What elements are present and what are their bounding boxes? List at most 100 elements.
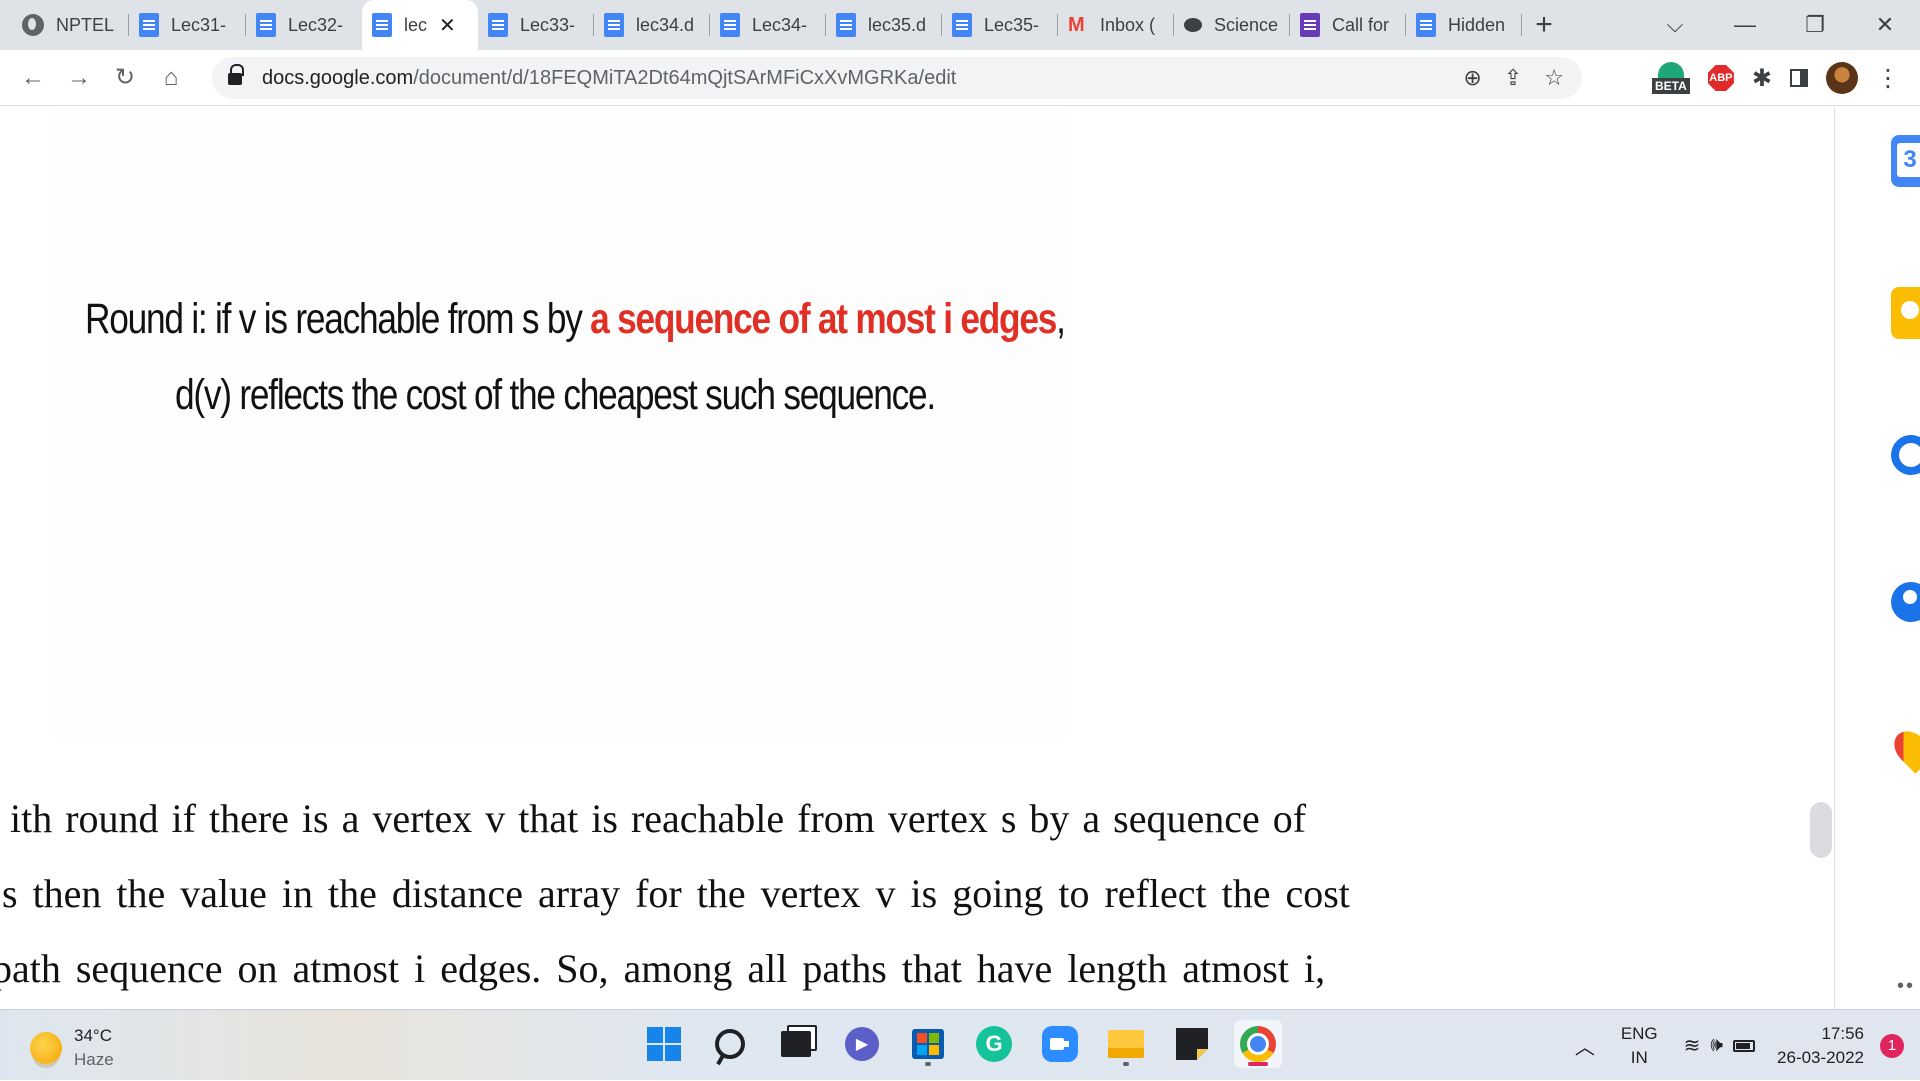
close-window-button[interactable]: ✕: [1850, 12, 1920, 38]
address-bar[interactable]: docs.google.com/document/d/18FEQMiTA2Dt6…: [212, 57, 1582, 99]
profile-avatar[interactable]: [1826, 62, 1858, 94]
tab-science[interactable]: Science: [1174, 0, 1290, 50]
language-indicator[interactable]: ENG IN: [1621, 1022, 1658, 1070]
tab-label: lec35.d: [868, 14, 927, 35]
reload-button[interactable]: ↻: [102, 55, 148, 101]
forward-button[interactable]: →: [56, 55, 102, 101]
tab-lec32[interactable]: Lec32-: [246, 0, 362, 50]
bookmark-star-icon[interactable]: ☆: [1544, 65, 1564, 91]
lock-icon[interactable]: [228, 64, 244, 86]
home-button[interactable]: ⌂: [148, 55, 194, 101]
omnibox-actions: ⊕ ⇪ ☆: [1463, 57, 1564, 99]
tab-lec34[interactable]: Lec34-: [710, 0, 826, 50]
contacts-icon[interactable]: [1891, 582, 1920, 622]
docs-icon: [139, 13, 159, 37]
teams-chat-button[interactable]: ▶: [838, 1020, 886, 1068]
docs-icon: [488, 13, 508, 37]
more-addons-icon[interactable]: ••: [1897, 975, 1915, 998]
tab-strip: NPTEL Lec31- Lec32- lec ✕ Lec33- lec34.d: [0, 0, 1920, 50]
document-scrollbar-thumb[interactable]: [1810, 802, 1832, 858]
volume-icon: 🕪: [1710, 1034, 1724, 1056]
share-icon[interactable]: ⇪: [1504, 65, 1522, 91]
docs-icon: [372, 13, 392, 37]
docs-icon: [1416, 13, 1436, 37]
zoom-app-button[interactable]: [1036, 1020, 1084, 1068]
docs-icon: [256, 13, 276, 37]
wifi-icon: ≋: [1683, 1035, 1701, 1057]
embedded-slide-image[interactable]: Round i: if v is reachable from s by a s…: [55, 107, 1066, 740]
clock[interactable]: 17:56 26-03-2022: [1777, 1022, 1864, 1070]
docs-icon: [604, 13, 624, 37]
adblock-plus-icon[interactable]: ABP: [1707, 65, 1734, 91]
grammarly-button[interactable]: G: [970, 1020, 1018, 1068]
body-text-line-3[interactable]: path sequence on atmost i edges. So, amo…: [0, 945, 1325, 992]
start-button[interactable]: [640, 1020, 688, 1068]
tab-search-chevron-icon[interactable]: ⌵: [1640, 12, 1710, 38]
body-text-line-1[interactable]: ith round if there is a vertex v that is…: [10, 795, 1306, 842]
weather-text: 34°C Haze: [74, 1024, 114, 1072]
weather-widget[interactable]: 34°C Haze: [30, 1024, 114, 1072]
tab-label: NPTEL: [56, 14, 115, 35]
tab-lec35[interactable]: Lec35-: [942, 0, 1058, 50]
sticky-notes-icon: [1176, 1028, 1208, 1060]
windows-taskbar: 34°C Haze ▶ G ︿ ENG IN ≋ 🕪 17:56 26-03-2…: [0, 1009, 1920, 1080]
notification-badge[interactable]: 1: [1880, 1033, 1904, 1058]
tab-label: lec: [404, 14, 428, 35]
tab-lec33[interactable]: Lec33-: [478, 0, 594, 50]
zoom-icon[interactable]: ⊕: [1463, 65, 1481, 91]
body-text-line-2[interactable]: s then the value in the distance array f…: [2, 870, 1350, 917]
calendar-icon[interactable]: [1891, 135, 1920, 187]
maps-icon[interactable]: [1887, 724, 1920, 774]
extensions-puzzle-icon[interactable]: ✱: [1752, 64, 1772, 93]
slide-line-1: Round i: if v is reachable from s by a s…: [85, 295, 1066, 344]
quick-settings[interactable]: ≋ 🕪: [1683, 1033, 1756, 1058]
tab-label: Lec35-: [984, 14, 1040, 35]
browser-toolbar: ← → ↻ ⌂ docs.google.com/document/d/18FEQ…: [0, 50, 1920, 106]
minimize-button[interactable]: —: [1710, 12, 1780, 38]
tasks-icon[interactable]: [1891, 435, 1920, 475]
side-panel-icon[interactable]: [1790, 69, 1808, 87]
close-tab-icon[interactable]: ✕: [439, 13, 456, 38]
system-tray: ︿ ENG IN ≋ 🕪 17:56 26-03-2022 1: [1575, 1010, 1920, 1081]
tab-lec-active[interactable]: lec ✕: [362, 0, 478, 50]
search-icon: [715, 1029, 745, 1059]
tab-inbox[interactable]: M Inbox (: [1058, 0, 1174, 50]
new-tab-button[interactable]: +: [1522, 0, 1566, 50]
slide-line-1-highlight: a sequence of at most i edges: [590, 295, 1057, 343]
document-page[interactable]: Round i: if v is reachable from s by a s…: [0, 107, 1606, 1009]
task-view-button[interactable]: [772, 1020, 820, 1068]
tab-lec31[interactable]: Lec31-: [129, 0, 246, 50]
keep-icon[interactable]: [1891, 287, 1920, 339]
search-button[interactable]: [706, 1020, 754, 1068]
sticky-notes-button[interactable]: [1168, 1020, 1216, 1068]
more-menu-icon[interactable]: ⋮: [1876, 64, 1900, 93]
weather-sun-icon: [30, 1032, 62, 1064]
url-text[interactable]: docs.google.com/document/d/18FEQMiTA2Dt6…: [262, 67, 956, 90]
show-hidden-icons-chevron-icon[interactable]: ︿: [1575, 1031, 1595, 1060]
restore-button[interactable]: ❐: [1780, 12, 1850, 38]
chat-icon: [1184, 18, 1202, 32]
slide-line-1-prefix: Round i: if v is reachable from s by: [85, 295, 591, 343]
tab-call-for[interactable]: Call for: [1290, 0, 1406, 50]
document-viewport[interactable]: Round i: if v is reachable from s by a s…: [0, 107, 1920, 1009]
tab-list: NPTEL Lec31- Lec32- lec ✕ Lec33- lec34.d: [0, 0, 1566, 50]
chrome-button[interactable]: [1234, 1020, 1282, 1068]
tab-hidden[interactable]: Hidden: [1406, 0, 1522, 50]
active-indicator: [1248, 1062, 1268, 1066]
microsoft-store-button[interactable]: [904, 1020, 952, 1068]
windows-logo-icon: [647, 1027, 681, 1061]
tab-label: Lec33-: [520, 14, 576, 35]
file-explorer-button[interactable]: [1102, 1020, 1150, 1068]
taskbar-apps: ▶ G: [640, 1020, 1282, 1068]
back-button[interactable]: ←: [10, 55, 56, 101]
gmail-icon: M: [1068, 14, 1085, 36]
language-region: IN: [1630, 1047, 1648, 1067]
side-panel: ••: [1834, 107, 1920, 1009]
beta-extension-icon[interactable]: BETA: [1651, 60, 1690, 96]
tab-lec34-doc[interactable]: lec34.d: [594, 0, 710, 50]
tab-label: Science: [1214, 14, 1279, 35]
tab-nptel[interactable]: NPTEL: [12, 0, 129, 50]
tab-label: Inbox (: [1100, 14, 1156, 35]
clock-time: 17:56: [1821, 1023, 1864, 1043]
tab-lec35-doc[interactable]: lec35.d: [826, 0, 942, 50]
